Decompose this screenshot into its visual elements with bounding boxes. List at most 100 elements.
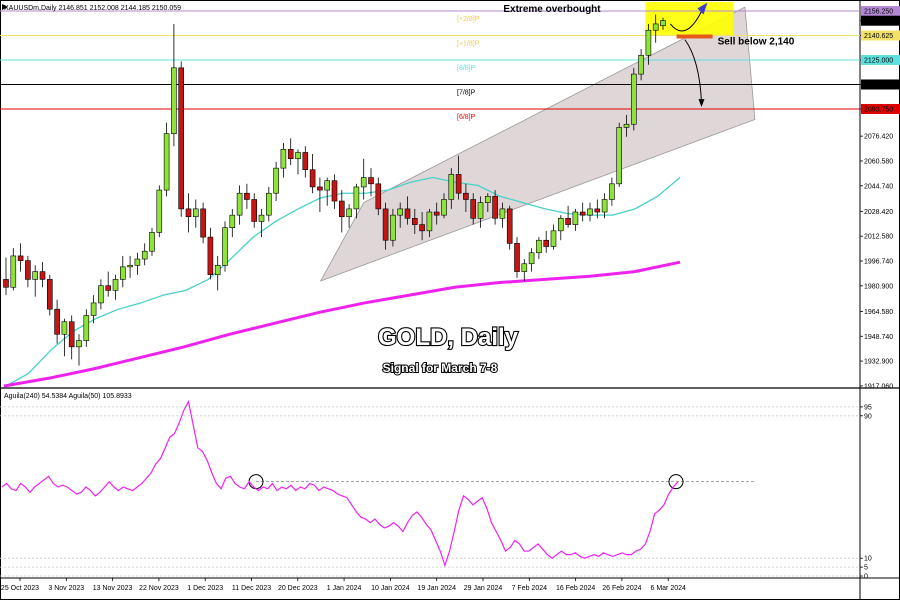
candle-body-67 <box>492 196 498 219</box>
candle-body-84 <box>616 127 623 185</box>
candle-body-74 <box>543 239 550 247</box>
price-tag-label-0: 2156.250 <box>864 9 893 16</box>
osc-tick-label-4: 0 <box>864 574 868 581</box>
candle-body-52 <box>382 208 389 241</box>
candle-body-60 <box>441 199 447 216</box>
candle-body-49 <box>360 177 367 188</box>
price-tick-label-5: 2076.420 <box>864 134 893 141</box>
overbought-zone-layer <box>645 2 734 35</box>
date-label-1: 3 Nov 2023 <box>48 585 84 592</box>
osc-tick-label-1: 90 <box>864 413 872 420</box>
ma-slow-line <box>3 260 681 388</box>
candle-body-50 <box>368 177 374 185</box>
candle-body-10 <box>76 340 82 348</box>
candle-body-62 <box>455 174 462 194</box>
candle-body-70 <box>514 243 520 272</box>
murrey-label-4: [6/8]P <box>457 114 476 121</box>
candle-body-40 <box>295 152 301 160</box>
candle-body-35 <box>258 214 265 222</box>
oscillator-legend: Aguila(240) 54.5384 Aguila(50) 105.8933 <box>4 393 132 400</box>
price-tick-label-9: 2012.580 <box>864 234 893 241</box>
candle-body-43 <box>317 186 323 191</box>
candle-body-26 <box>193 208 199 218</box>
candle-body-16 <box>120 266 126 280</box>
candle-body-61 <box>448 174 455 200</box>
candle-body-88 <box>645 29 652 56</box>
candle-body-63 <box>463 192 469 200</box>
candle-body-72 <box>528 252 535 265</box>
candle-body-24 <box>178 67 184 210</box>
price-tick-label-11: 1980.900 <box>864 283 893 290</box>
price-tag-label-5: 2093.750 <box>864 106 893 113</box>
candle-body-87 <box>638 54 644 75</box>
candle-body-7 <box>54 308 60 335</box>
candle-body-48 <box>353 186 360 210</box>
candle-body-76 <box>557 217 564 232</box>
candle-body-78 <box>572 211 579 225</box>
candle-body-45 <box>331 180 338 202</box>
murrey-label-3: [7/8]P <box>457 89 476 96</box>
date-axis-layer: 25 Oct 2023 3 Nov 2023 13 Nov 2023 22 Nov 2… <box>1 578 686 592</box>
date-label-3: 22 Nov 2023 <box>139 585 179 592</box>
date-label-14: 6 Mar 2024 <box>650 585 686 592</box>
candle-body-39 <box>287 149 294 160</box>
candle-body-6 <box>46 279 53 310</box>
candle-body-79 <box>579 211 586 216</box>
date-label-9: 19 Jan 2024 <box>417 585 456 592</box>
candle-body-68 <box>499 208 506 219</box>
candle-body-27 <box>200 208 206 238</box>
candle-body-32 <box>236 192 243 216</box>
osc-tick-label-0: 95 <box>864 404 872 411</box>
candle-body-66 <box>484 196 491 203</box>
date-label-0: 25 Oct 2023 <box>1 585 39 592</box>
candle-body-46 <box>338 200 345 218</box>
date-label-5: 11 Dec 2023 <box>232 585 271 592</box>
background-layer <box>0 0 900 600</box>
candle-body-75 <box>550 230 557 247</box>
murrey-label-0: [+2/8]P <box>457 16 480 23</box>
candle-body-29 <box>214 265 221 276</box>
date-label-13: 26 Feb 2024 <box>602 585 641 592</box>
osc-tick-label-3: 5 <box>864 565 868 572</box>
date-label-6: 20 Dec 2023 <box>278 585 318 592</box>
candle-body-73 <box>536 239 542 254</box>
candle-body-81 <box>594 208 601 213</box>
date-label-11: 7 Feb 2024 <box>512 585 548 592</box>
candle-body-33 <box>244 192 250 200</box>
candle-body-82 <box>601 199 608 213</box>
candle-body-53 <box>390 214 396 241</box>
chart-subtitle: Signal for March 7-8 <box>383 361 498 375</box>
price-tag-label-3: 2125.000 <box>864 57 893 64</box>
candle-body-58 <box>426 211 433 232</box>
candle-body-8 <box>61 321 68 335</box>
extreme-overbought-label: Extreme overbought <box>503 4 601 15</box>
chart-header: XAUUSDm,Daily 2146.851 2152.008 2144.185… <box>4 5 181 12</box>
candle-body-12 <box>90 302 97 316</box>
candle-body-64 <box>470 199 477 219</box>
price-tag-label-4: 2109.375 <box>864 82 893 89</box>
candle-body-14 <box>105 285 111 291</box>
candle-body-4 <box>32 271 39 280</box>
candle-body-80 <box>587 208 593 216</box>
date-label-7: 1 Jan 2024 <box>327 585 362 592</box>
candle-body-37 <box>273 167 279 194</box>
candle-body-54 <box>397 208 404 216</box>
candle-body-13 <box>98 285 104 304</box>
date-label-4: 1 Dec 2023 <box>187 585 223 592</box>
date-label-12: 16 Feb 2024 <box>556 585 595 592</box>
candle-body-86 <box>630 73 637 125</box>
price-tick-label-13: 1948.740 <box>864 334 893 341</box>
candle-body-83 <box>609 183 615 200</box>
candle-body-9 <box>68 321 75 348</box>
candle-body-59 <box>433 211 440 216</box>
candle-body-65 <box>477 202 484 219</box>
candle-body-0 <box>3 279 9 288</box>
candle-body-42 <box>309 169 316 188</box>
candle-body-55 <box>404 208 411 219</box>
candle-body-77 <box>565 217 571 225</box>
candle-body-51 <box>375 183 382 210</box>
sell-level-bar <box>676 34 713 39</box>
overbought-zone <box>645 2 734 35</box>
candle-body-31 <box>229 214 236 228</box>
candle-body-90 <box>660 20 666 27</box>
